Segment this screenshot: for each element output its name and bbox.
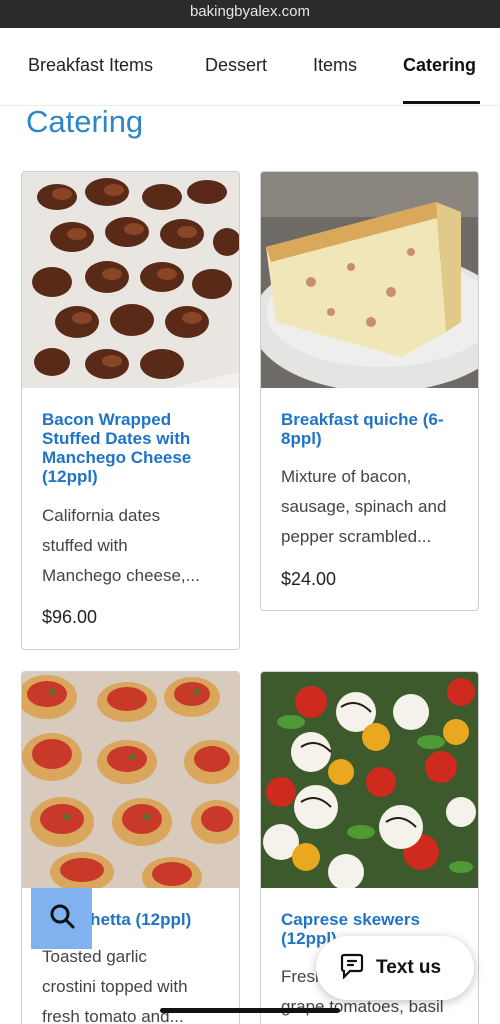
product-price: $96.00 [42,607,98,627]
tab-breakfast-items[interactable]: Breakfast Items [28,55,153,76]
product-card[interactable]: Breakfast quiche (6-8ppl) Mixture of bac… [260,171,479,611]
product-card[interactable]: Bacon Wrapped Stuffed Dates with Mancheg… [21,171,240,650]
tab-dessert[interactable]: Dessert [205,55,267,76]
home-indicator [160,1008,340,1013]
product-title[interactable]: Breakfast quiche (6-8ppl) [281,410,463,448]
tab-items[interactable]: Items [313,55,357,76]
text-us-button[interactable]: Text us [316,936,474,1000]
product-description: California dates stuffed with Manchego c… [42,506,200,585]
url-text: bakingbyalex.com [189,3,311,20]
product-title[interactable]: Bacon Wrapped Stuffed Dates with Mancheg… [42,410,224,486]
category-tabs: Breakfast Items Dessert Items Catering [0,28,500,106]
active-tab-indicator [403,101,480,104]
product-card[interactable]: Bruschetta (12ppl) Toasted garlic crosti… [21,671,240,1024]
browser-url-bar[interactable]: bakingbyalex.com [0,0,500,28]
product-description: Mixture of bacon, sausage, spinach and p… [281,467,447,546]
chat-bubble-icon [340,953,364,984]
bruschetta-photo[interactable] [22,672,239,888]
caprese-skewers-photo[interactable] [261,672,478,888]
quiche-slice-photo[interactable] [261,172,478,388]
text-us-label: Text us [376,957,442,978]
tab-catering[interactable]: Catering [403,55,476,76]
search-icon [48,902,76,935]
product-price: $24.00 [281,569,337,589]
bacon-wrapped-dates-photo[interactable] [22,172,239,388]
search-button[interactable] [31,888,92,949]
section-title: Catering [26,104,144,139]
